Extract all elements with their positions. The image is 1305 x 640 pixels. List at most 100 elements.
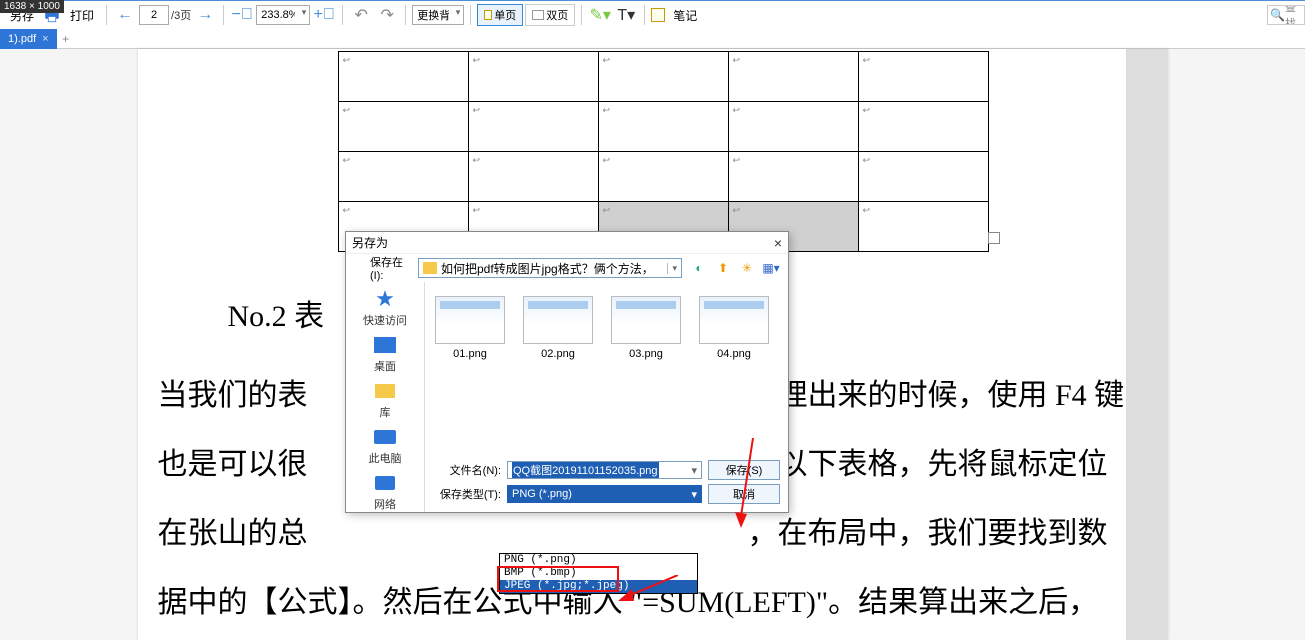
page-total-label: /3页 [171,7,191,23]
view-menu-icon[interactable]: ▦▾ [762,261,780,275]
thumb-image [611,296,681,344]
separator [644,5,645,25]
dialog-path-row: 保存在(I): 如何把pdf转成图片jpg格式？俩个方法， ▾ ◐ ⬆ ✳ ▦▾ [346,254,788,282]
sidebar-item-desktop[interactable]: 桌面 [371,334,399,374]
file-name: 03.png [629,348,663,360]
filetype-dropdown[interactable]: PNG (*.png) BMP (*.bmp) JPEG (*.jpg;*.jp… [499,553,698,594]
dialog-bottom: 文件名(N): QQ截图20191101152035.png ▾ 保存(S) 保… [425,456,788,512]
prev-page-icon[interactable]: ← [113,3,137,27]
new-folder-icon[interactable]: ✳ [738,261,756,275]
zoom-select-wrap[interactable] [256,5,310,25]
double-page-icon [532,10,544,20]
dimension-badge: 1638 × 1000 [0,0,64,13]
sidebar-item-label: 网络 [374,496,396,512]
text-tool-icon[interactable]: T▾ [614,3,638,27]
separator [342,5,343,25]
print-button[interactable]: 打印 [64,5,100,26]
page-shadow [1126,49,1168,640]
tab-add-icon[interactable]: + [57,32,75,46]
sidebar-item-label: 库 [380,404,391,420]
undo-icon[interactable]: ↶ [349,3,373,27]
file-thumb[interactable]: 03.png [611,296,681,360]
sidebar-item-library[interactable]: 库 [371,380,399,420]
separator [581,5,582,25]
filetype-label: 保存类型(T): [433,486,501,502]
file-name: 04.png [717,348,751,360]
single-page-icon [484,10,492,20]
places-sidebar: ★ 快速访问 桌面 库 此电脑 网络 [346,282,424,512]
thumb-image [435,296,505,344]
search-icon: 🔍 [1270,8,1285,22]
filetype-option-selected[interactable]: JPEG (*.jpg;*.jpeg) [500,580,697,593]
filetype-option[interactable]: PNG (*.png) [500,554,697,567]
sidebar-item-label: 此电脑 [369,450,402,466]
chevron-down-icon[interactable]: ▾ [691,488,697,501]
filetype-option[interactable]: BMP (*.bmp) [500,567,697,580]
thumbnail-row: 01.png 02.png 03.png 04.png [425,282,788,374]
pc-icon [371,426,399,448]
save-in-label: 保存在(I): [354,254,414,282]
filename-input[interactable]: QQ截图20191101152035.png ▾ [507,461,702,479]
tab-bar: 1).pdf × + [0,29,1305,49]
zoom-in-icon[interactable]: +⃝ [312,3,336,27]
dialog-nav-icons: ◐ ⬆ ✳ ▦▾ [690,261,780,275]
folder-icon [423,262,437,274]
sidebar-item-label: 桌面 [374,358,396,374]
filename-value: QQ截图20191101152035.png [512,462,659,478]
chevron-down-icon[interactable]: ▾ [691,464,697,477]
file-thumb[interactable]: 01.png [435,296,505,360]
star-icon: ★ [371,288,399,310]
network-icon [371,472,399,494]
dialog-body: ★ 快速访问 桌面 库 此电脑 网络 01.png 02 [346,282,788,512]
filename-label: 文件名(N): [433,462,501,478]
cancel-button[interactable]: 取消 [708,484,780,504]
double-page-button[interactable]: 双页 [525,4,575,26]
file-name: 01.png [453,348,487,360]
filetype-select[interactable]: PNG (*.png) ▾ [507,485,702,503]
thumb-image [699,296,769,344]
sidebar-item-label: 快速访问 [363,312,407,328]
zoom-out-icon[interactable]: −⃝ [230,3,254,27]
back-icon[interactable]: ◐ [690,261,708,275]
path-text: 如何把pdf转成图片jpg格式？俩个方法， [441,260,663,277]
redo-icon[interactable]: ↷ [375,3,399,27]
sidebar-item-pc[interactable]: 此电脑 [369,426,402,466]
separator [223,5,224,25]
filetype-value: PNG (*.png) [512,488,572,500]
background-select[interactable] [412,5,464,25]
file-list-pane[interactable]: 01.png 02.png 03.png 04.png 文件名(N): QQ截图… [424,282,788,512]
bg-select-wrap[interactable] [412,5,464,25]
dialog-title: 另存为 [352,234,388,251]
note-button[interactable]: 笔记 [667,5,703,26]
close-icon[interactable]: × [774,235,782,251]
tab-label: 1).pdf [8,33,36,45]
sidebar-item-quick[interactable]: ★ 快速访问 [363,288,407,328]
save-as-dialog: 另存为 × 保存在(I): 如何把pdf转成图片jpg格式？俩个方法， ▾ ◐ … [345,231,789,513]
tab-document[interactable]: 1).pdf × [0,29,57,49]
chevron-down-icon[interactable]: ▾ [667,263,677,274]
separator [106,5,107,25]
next-page-icon[interactable]: → [193,3,217,27]
zoom-select[interactable] [256,5,310,25]
desktop-icon [371,334,399,356]
file-thumb[interactable]: 04.png [699,296,769,360]
file-name: 02.png [541,348,575,360]
note-icon [651,8,665,22]
path-combo[interactable]: 如何把pdf转成图片jpg格式？俩个方法， ▾ [418,258,682,278]
sidebar-item-network[interactable]: 网络 [371,472,399,512]
dialog-titlebar[interactable]: 另存为 × [346,232,788,254]
table-resize-handle[interactable] [988,232,1000,244]
file-thumb[interactable]: 02.png [523,296,593,360]
tab-close-icon[interactable]: × [42,33,48,45]
thumb-image [523,296,593,344]
single-page-button[interactable]: 单页 [477,4,523,26]
library-icon [371,380,399,402]
up-icon[interactable]: ⬆ [714,261,732,275]
document-table [338,51,989,252]
main-toolbar: 另存 打印 ← /3页 → −⃝ +⃝ ↶ ↷ 单页 双页 ✎▾ T▾ 笔记 🔍… [0,0,1305,29]
search-placeholder: 查找 [1285,5,1304,25]
search-box[interactable]: 🔍 查找 [1267,5,1305,25]
highlight-icon[interactable]: ✎▾ [588,3,612,27]
save-button[interactable]: 保存(S) [708,460,780,480]
page-number-input[interactable] [139,5,169,25]
